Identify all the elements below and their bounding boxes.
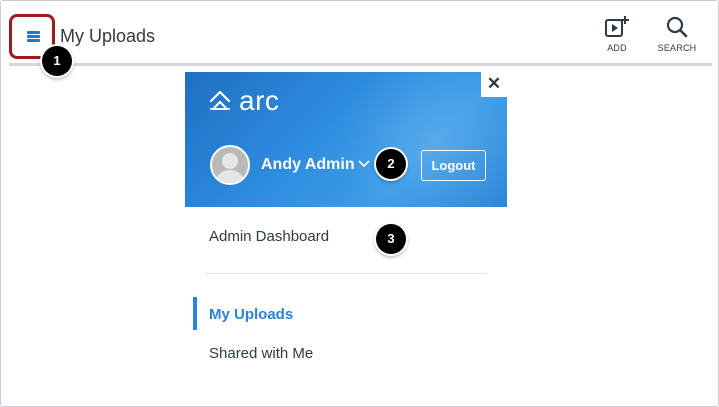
user-banner: arc Andy Admin Logout: [185, 72, 507, 207]
search-label: SEARCH: [657, 43, 697, 53]
brand-logo: arc: [209, 85, 279, 117]
callout-2: 2: [376, 149, 406, 179]
menu-divider: [205, 273, 487, 274]
navigation-panel: arc Andy Admin Logout ✕ Admin Dashboard …: [185, 72, 507, 397]
search-button[interactable]: SEARCH: [647, 15, 707, 53]
close-icon[interactable]: ✕: [481, 72, 507, 97]
nav-item-my-uploads[interactable]: My Uploads: [209, 306, 293, 323]
user-silhouette-icon: [215, 153, 245, 183]
chevron-down-icon[interactable]: [358, 160, 370, 168]
app-header: My Uploads ADD SEARCH: [1, 1, 718, 63]
callout-1: 1: [42, 46, 72, 76]
arc-logo-icon: [209, 91, 231, 110]
avatar[interactable]: [210, 145, 250, 185]
add-button[interactable]: ADD: [587, 15, 647, 53]
add-label: ADD: [607, 43, 627, 53]
page-title: My Uploads: [60, 26, 156, 46]
active-indicator: [193, 297, 197, 330]
hamburger-icon: [27, 31, 40, 42]
user-name[interactable]: Andy Admin: [261, 156, 355, 174]
search-icon: [666, 16, 688, 38]
admin-dashboard-link[interactable]: Admin Dashboard: [209, 228, 329, 245]
callout-3: 3: [376, 224, 406, 254]
nav-item-shared-with-me[interactable]: Shared with Me: [209, 345, 313, 362]
header-divider: [9, 63, 712, 66]
logout-button[interactable]: Logout: [421, 150, 486, 181]
brand-name: arc: [239, 85, 280, 116]
add-media-icon: [605, 16, 629, 37]
